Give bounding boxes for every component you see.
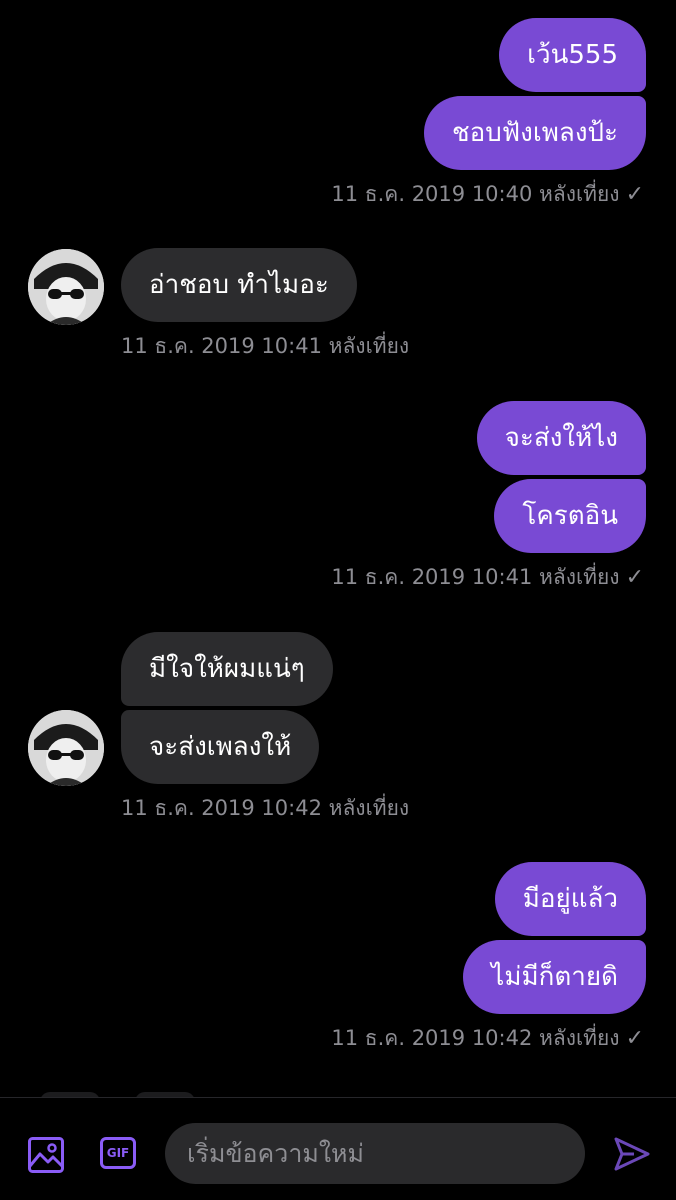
timestamp-text: 11 ธ.ค. 2019 10:40 หลังเที่ยง [331, 182, 620, 206]
timestamp-text: 11 ธ.ค. 2019 10:41 หลังเที่ยง [331, 565, 620, 589]
message-timestamp: 11 ธ.ค. 2019 10:42 หลังเที่ยง [121, 796, 410, 820]
read-check-icon: ✓ [625, 1026, 644, 1051]
image-icon[interactable] [27, 1136, 65, 1174]
timestamp-text: 11 ธ.ค. 2019 10:42 หลังเที่ยง [331, 1026, 620, 1050]
send-icon[interactable] [612, 1134, 652, 1174]
message-timestamp: 11 ธ.ค. 2019 10:40 หลังเที่ยง ✓ [331, 178, 644, 211]
read-check-icon: ✓ [625, 182, 644, 207]
received-message[interactable]: มีใจให้ผมแน่ๆ [121, 632, 333, 706]
sent-message[interactable]: เว้น555 [499, 18, 646, 92]
message-timestamp: 11 ธ.ค. 2019 10:41 หลังเที่ยง [121, 334, 410, 358]
message-list[interactable]: เว้น555 ชอบฟังเพลงป้ะ 11 ธ.ค. 2019 10:40… [0, 0, 676, 1102]
received-message[interactable]: อ่าชอบ ทำไมอะ [121, 248, 357, 322]
sent-message[interactable]: มีอยู่แล้ว [494, 862, 646, 936]
sent-message[interactable]: ชอบฟังเพลงป้ะ [424, 96, 646, 170]
message-timestamp: 11 ธ.ค. 2019 10:41 หลังเที่ยง ✓ [331, 561, 644, 594]
message-timestamp: 11 ธ.ค. 2019 10:42 หลังเที่ยง ✓ [331, 1022, 644, 1055]
avatar[interactable] [28, 249, 104, 325]
dm-conversation-screen: เว้น555 ชอบฟังเพลงป้ะ 11 ธ.ค. 2019 10:40… [0, 0, 676, 1200]
message-input[interactable]: เริ่มข้อความใหม่ [165, 1123, 585, 1184]
received-message[interactable]: จะส่งเพลงให้ [121, 710, 320, 784]
avatar[interactable] [28, 710, 104, 786]
sent-message[interactable]: จะส่งให้ไง [476, 401, 646, 475]
gif-icon[interactable]: GIF [100, 1137, 136, 1169]
sent-message[interactable]: ไม่มีก็ตายดิ [463, 940, 646, 1014]
read-check-icon: ✓ [625, 565, 644, 590]
sent-message[interactable]: โครตอิน [494, 479, 646, 553]
